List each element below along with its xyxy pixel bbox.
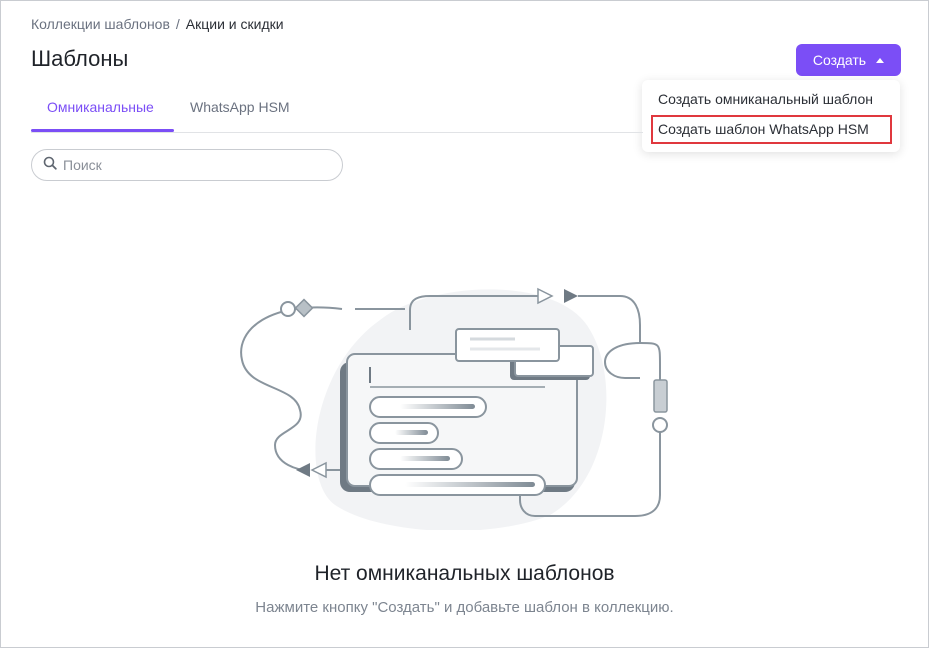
search-box xyxy=(31,149,343,181)
highlight-box xyxy=(651,115,892,144)
breadcrumb-parent-link[interactable]: Коллекции шаблонов xyxy=(31,16,170,32)
search-input[interactable] xyxy=(63,157,323,173)
empty-state-illustration xyxy=(230,280,680,532)
search-icon xyxy=(43,156,57,175)
tab-bar: Омниканальные WhatsApp HSM xyxy=(31,92,643,133)
breadcrumb: Коллекции шаблонов / Акции и скидки xyxy=(31,16,284,32)
empty-state-subtitle: Нажмите кнопку "Создать" и добавьте шабл… xyxy=(255,599,674,616)
caret-up-icon xyxy=(876,57,885,63)
create-button-label: Создать xyxy=(812,52,867,68)
active-tab-indicator xyxy=(31,129,174,132)
page-title: Шаблоны xyxy=(31,46,129,71)
breadcrumb-separator: / xyxy=(175,16,180,32)
breadcrumb-current: Акции и скидки xyxy=(185,16,284,32)
create-button[interactable]: Создать xyxy=(796,44,901,76)
tab-omnichannel[interactable]: Омниканальные xyxy=(47,99,154,115)
tab-whatsapp-hsm[interactable]: WhatsApp HSM xyxy=(190,99,290,115)
menu-item-create-omnichannel-template[interactable]: Создать омниканальный шаблон xyxy=(658,91,873,107)
empty-state-title: Нет омниканальных шаблонов xyxy=(314,562,615,585)
